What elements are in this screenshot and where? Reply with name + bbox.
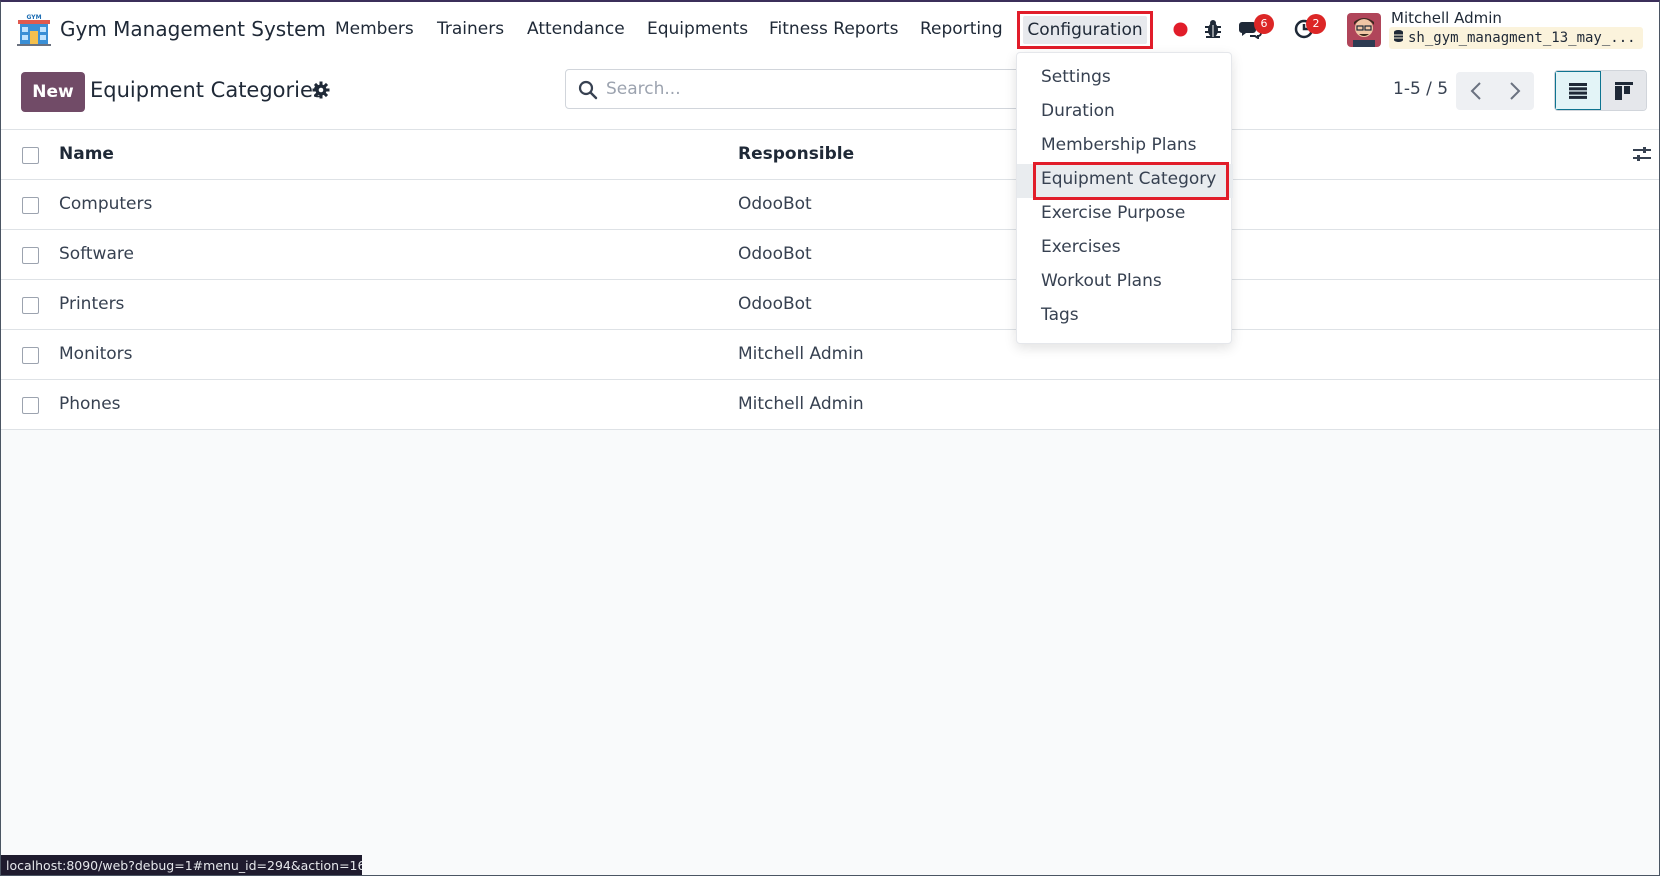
- chevron-right-icon: [1509, 82, 1520, 100]
- menu-attendance[interactable]: Attendance: [527, 19, 625, 39]
- user-avatar[interactable]: [1347, 13, 1381, 47]
- user-name[interactable]: Mitchell Admin: [1391, 9, 1502, 27]
- cell-name[interactable]: Printers: [59, 294, 124, 314]
- activities-badge: 2: [1306, 14, 1326, 34]
- menu-members[interactable]: Members: [335, 19, 414, 39]
- search-input[interactable]: [606, 77, 1006, 101]
- pager-next-button[interactable]: [1495, 72, 1534, 110]
- table-header-row: Name Responsible: [0, 130, 1660, 180]
- menu-reporting[interactable]: Reporting: [920, 19, 1003, 39]
- dropdown-item-settings[interactable]: Settings: [1041, 67, 1111, 87]
- cell-responsible[interactable]: OdooBot: [738, 194, 812, 214]
- cell-name[interactable]: Monitors: [59, 344, 132, 364]
- select-all-checkbox[interactable]: [22, 147, 39, 164]
- cell-responsible[interactable]: Mitchell Admin: [738, 344, 864, 364]
- row-checkbox[interactable]: [22, 197, 39, 214]
- menu-fitness-reports[interactable]: Fitness Reports: [769, 19, 899, 39]
- cell-name[interactable]: Phones: [59, 394, 121, 414]
- cell-responsible[interactable]: Mitchell Admin: [738, 394, 864, 414]
- menu-equipments[interactable]: Equipments: [647, 19, 748, 39]
- new-button[interactable]: New: [21, 72, 85, 112]
- kanban-view-icon: [1614, 81, 1633, 100]
- list-view-button[interactable]: [1555, 71, 1601, 110]
- table-row[interactable]: Computers OdooBot: [0, 180, 1660, 230]
- row-checkbox[interactable]: [22, 297, 39, 314]
- column-header-name[interactable]: Name: [59, 144, 114, 164]
- table-row[interactable]: Monitors Mitchell Admin: [0, 330, 1660, 380]
- page-title: Equipment Categories: [90, 78, 324, 102]
- search-icon: [578, 80, 598, 100]
- messages-badge: 6: [1254, 14, 1274, 34]
- chevron-left-icon: [1470, 82, 1481, 100]
- record-dot-icon[interactable]: [1173, 22, 1188, 42]
- list-view-table: Name Responsible Computers OdooBot Softw…: [0, 130, 1660, 430]
- row-checkbox[interactable]: [22, 347, 39, 364]
- gear-icon[interactable]: [312, 81, 330, 104]
- cell-responsible[interactable]: OdooBot: [738, 294, 812, 314]
- list-view-icon: [1568, 82, 1587, 99]
- browser-status-url: localhost:8090/web?debug=1#menu_id=294&a…: [0, 855, 362, 876]
- menu-trainers[interactable]: Trainers: [437, 19, 504, 39]
- app-name[interactable]: Gym Management System: [60, 17, 326, 41]
- menu-configuration[interactable]: Configuration: [1023, 16, 1147, 44]
- optional-columns-sliders-icon[interactable]: [1633, 146, 1651, 167]
- debug-bug-icon[interactable]: [1204, 19, 1222, 44]
- column-header-responsible[interactable]: Responsible: [738, 144, 854, 164]
- database-name: sh_gym_managment_13_may_...: [1408, 30, 1636, 46]
- cell-responsible[interactable]: OdooBot: [738, 244, 812, 264]
- view-switcher: [1554, 70, 1647, 111]
- pager-previous-button[interactable]: [1456, 72, 1495, 110]
- row-checkbox[interactable]: [22, 247, 39, 264]
- configuration-dropdown-menu: Settings Duration Membership Plans Equip…: [1016, 52, 1233, 344]
- kanban-view-button[interactable]: [1601, 71, 1646, 110]
- database-icon: [1394, 30, 1403, 46]
- table-row[interactable]: Software OdooBot: [0, 230, 1660, 280]
- table-row[interactable]: Phones Mitchell Admin: [0, 380, 1660, 430]
- dropdown-item-membership-plans[interactable]: Membership Plans: [1041, 135, 1197, 155]
- cell-name[interactable]: Computers: [59, 194, 152, 214]
- database-name-pill: sh_gym_managment_13_may_...: [1389, 27, 1643, 49]
- dropdown-item-exercises[interactable]: Exercises: [1041, 237, 1121, 257]
- pager-value[interactable]: 1-5 / 5: [1393, 79, 1448, 99]
- gym-building-icon[interactable]: GYM: [17, 13, 51, 46]
- dropdown-item-workout-plans[interactable]: Workout Plans: [1041, 271, 1162, 291]
- svg-text:GYM: GYM: [26, 14, 41, 21]
- equipment-category-highlight: [1033, 162, 1229, 200]
- dropdown-item-exercise-purpose[interactable]: Exercise Purpose: [1041, 203, 1185, 223]
- cell-name[interactable]: Software: [59, 244, 134, 264]
- dropdown-item-duration[interactable]: Duration: [1041, 101, 1115, 121]
- control-panel: New Equipment Categories 1-5 / 5: [0, 58, 1660, 130]
- top-navbar: GYM Gym Management System Members Traine…: [0, 0, 1660, 58]
- menu-configuration-highlight[interactable]: Configuration: [1017, 11, 1153, 49]
- search-box[interactable]: [565, 69, 1025, 109]
- pager-buttons: [1456, 72, 1534, 110]
- dropdown-item-tags[interactable]: Tags: [1041, 305, 1079, 325]
- table-row[interactable]: Printers OdooBot: [0, 280, 1660, 330]
- row-checkbox[interactable]: [22, 397, 39, 414]
